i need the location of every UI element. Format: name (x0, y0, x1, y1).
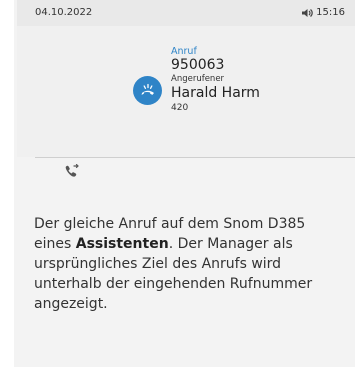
called-name: Harald Harm (171, 85, 260, 101)
called-extension: 420 (171, 103, 189, 113)
softkey-divider (35, 157, 355, 158)
status-time: 15:16 (316, 7, 345, 18)
status-date: 04.10.2022 (35, 7, 93, 18)
status-right: 15:16 (301, 7, 345, 18)
caller-number: 950063 (171, 57, 225, 73)
description-bold: Assistenten (75, 236, 169, 252)
called-label: Angerufener (171, 74, 225, 84)
phone-ring-icon (141, 83, 154, 95)
call-label: Anruf (171, 46, 197, 57)
description-text: Der gleiche Anruf auf dem Snom D385 eine… (34, 214, 346, 314)
call-info: Anruf 950063 Angerufener Harald Harm 420 (171, 46, 260, 115)
phone-status-bar: 04.10.2022 15:16 (17, 0, 355, 26)
call-transfer-icon[interactable] (64, 164, 80, 178)
incoming-call-icon (133, 76, 162, 105)
speaker-icon (302, 8, 313, 17)
